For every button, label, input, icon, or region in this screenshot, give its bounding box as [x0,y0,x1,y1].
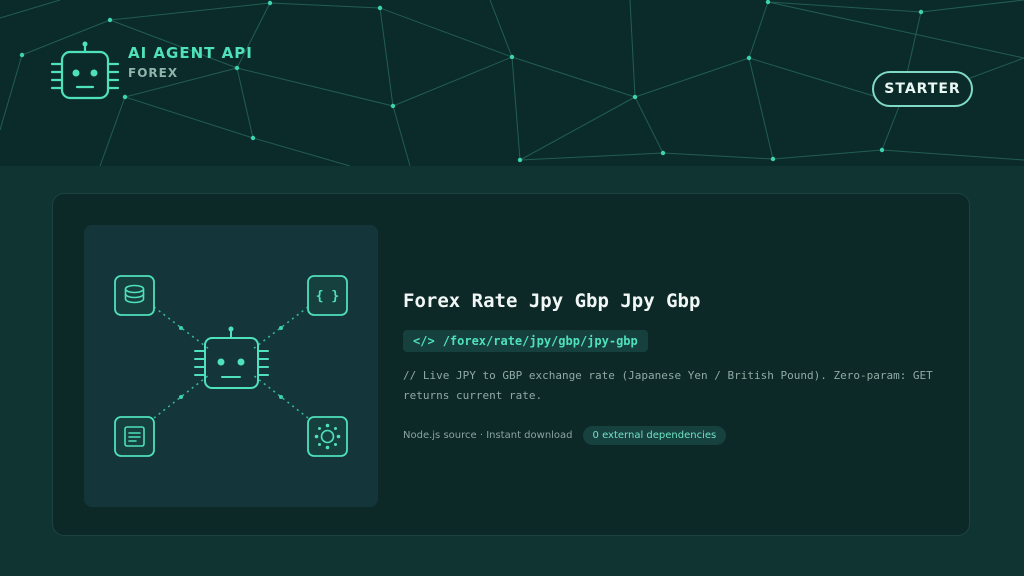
dependencies-badge: 0 external dependencies [582,425,727,445]
brand-title: AI AGENT API [128,44,253,62]
endpoint-path: /forex/rate/jpy/gbp/jpy-gbp [442,334,638,348]
database-icon [114,275,155,316]
starter-button[interactable]: STARTER [872,71,973,107]
description: // Live JPY to GBP exchange rate (Japane… [403,369,933,402]
meta-row: Node.js source · Instant download 0 exte… [403,425,727,445]
product-card: { } Forex Rate Jpy Gbp Jpy Gbp </> /fore… [52,193,970,536]
code-icon: </> [413,334,435,348]
network-background [0,0,1024,166]
source-text: Node.js source · Instant download [403,429,573,441]
product-title: Forex Rate Jpy Gbp Jpy Gbp [403,290,701,312]
robot-icon [194,326,269,389]
network-hub-icon [307,416,348,457]
endpoint-badge: </> /forex/rate/jpy/gbp/jpy-gbp [403,330,648,352]
header: AI AGENT API FOREX STARTER [0,0,1024,166]
code-braces-icon: { } [307,275,348,316]
document-icon [114,416,155,457]
code-node-text: { } [316,289,339,304]
network-illustration: { } [114,275,348,457]
illustration-panel: { } [84,225,378,507]
brand-subtitle: FOREX [128,66,179,80]
robot-icon [50,41,120,100]
